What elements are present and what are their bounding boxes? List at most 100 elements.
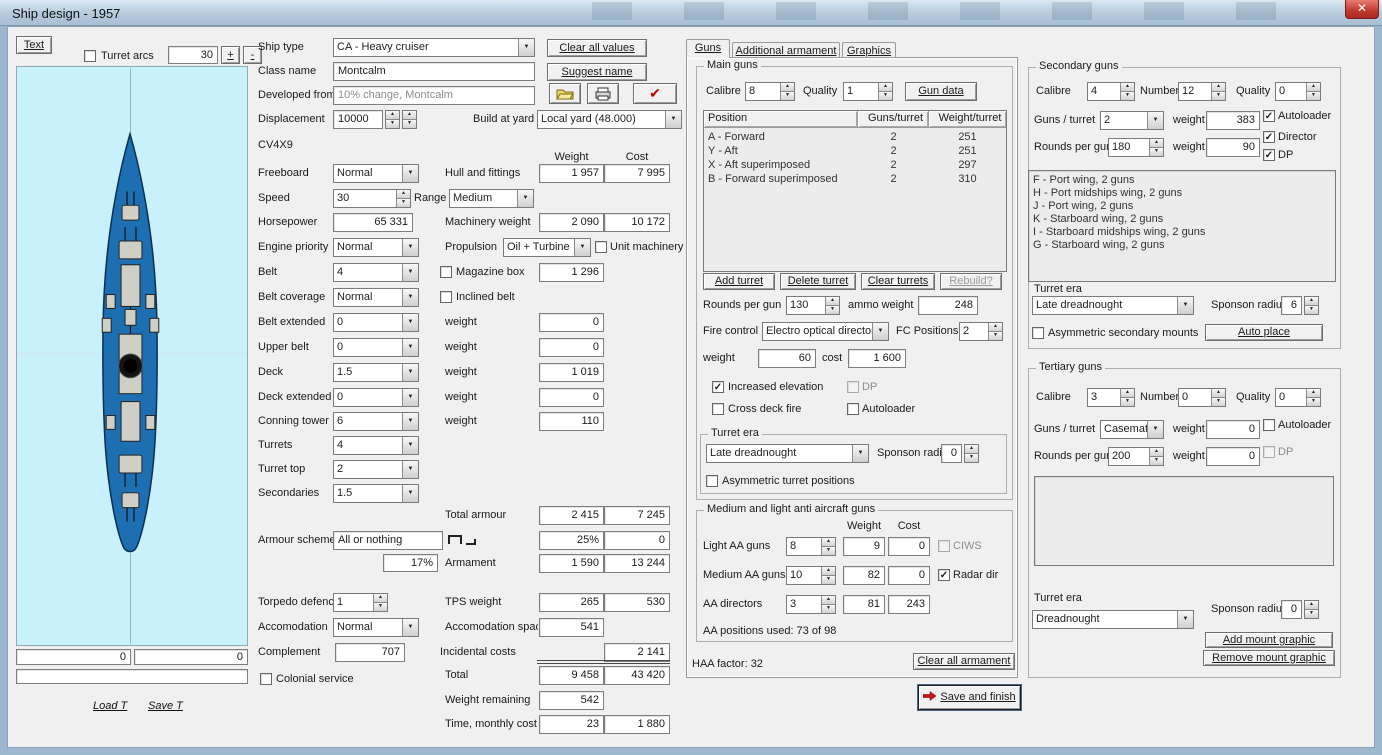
dropdown-arrow-icon[interactable]: ▼ [402, 619, 418, 636]
dropdown-arrow-icon[interactable]: ▼ [402, 339, 418, 356]
list-item[interactable]: J - Port wing, 2 guns [1029, 200, 1335, 213]
list-item[interactable]: I - Starboard midships wing, 2 guns [1029, 226, 1335, 239]
spin-down-icon[interactable]: ▼ [822, 546, 835, 555]
light-aa-spinner[interactable]: 8 ▲ ▼ [786, 537, 836, 556]
clear-turrets-button[interactable]: Clear turrets [861, 273, 935, 290]
spin-down-icon[interactable]: ▼ [386, 119, 399, 128]
spin-down-icon[interactable]: ▼ [822, 604, 835, 613]
magazine-box-checkbox[interactable] [440, 266, 452, 278]
save-and-finish-button[interactable]: Save and finish [918, 685, 1021, 710]
deck-select[interactable]: 1.5 ▼ [333, 363, 419, 382]
ship-design-canvas[interactable] [16, 66, 248, 646]
conning-tower-select[interactable]: 6 ▼ [333, 412, 419, 431]
clear-all-armament-button[interactable]: Clear all armament [913, 653, 1015, 670]
dropdown-arrow-icon[interactable]: ▼ [402, 264, 418, 281]
accomodation-select[interactable]: Normal ▼ [333, 618, 419, 637]
spin-up-icon[interactable]: ▲ [965, 445, 978, 453]
dropdown-arrow-icon[interactable]: ▼ [402, 165, 418, 182]
spin-down-icon[interactable]: ▼ [1212, 397, 1225, 406]
speed-spinner[interactable]: 30 ▲ ▼ [333, 189, 411, 208]
position-column-header[interactable]: Position [704, 111, 858, 127]
spin-down-icon[interactable]: ▼ [822, 575, 835, 584]
list-item[interactable]: H - Port midships wing, 2 guns [1029, 187, 1335, 200]
tertiary-rounds-spinner[interactable]: 200 ▲ ▼ [1108, 447, 1164, 466]
spin-up-icon[interactable]: ▲ [781, 83, 794, 91]
secondary-quality-spinner[interactable]: 0 ▲ ▼ [1275, 82, 1321, 101]
dropdown-arrow-icon[interactable]: ▼ [402, 389, 418, 406]
secondary-calibre-spinner[interactable]: 4 ▲ ▼ [1087, 82, 1135, 101]
upper-belt-select[interactable]: 0 ▼ [333, 338, 419, 357]
displacement-stepper-coarse[interactable]: ▲ ▼ [402, 110, 417, 129]
main-guns-table-header[interactable]: Position Guns/turret Weight/turret [704, 111, 1006, 128]
main-calibre-spinner[interactable]: 8 ▲ ▼ [745, 82, 795, 101]
spin-up-icon[interactable]: ▲ [386, 111, 399, 119]
tertiary-autoloader-checkbox[interactable] [1263, 419, 1275, 431]
table-row[interactable]: A - Forward 2 251 [704, 130, 1006, 144]
turret-top-select[interactable]: 2 ▼ [333, 460, 419, 479]
spin-up-icon[interactable]: ▲ [879, 83, 892, 91]
spin-down-icon[interactable]: ▼ [1150, 147, 1163, 156]
secondary-turret-era-select[interactable]: Late dreadnought ▼ [1032, 296, 1194, 315]
fire-control-select[interactable]: Electro optical director ▼ [762, 322, 889, 341]
table-row[interactable]: B - Forward superimposed 2 310 [704, 172, 1006, 186]
spin-down-icon[interactable]: ▼ [1121, 397, 1134, 406]
spin-down-icon[interactable]: ▼ [879, 91, 892, 100]
spin-down-icon[interactable]: ▼ [1305, 305, 1318, 314]
list-item[interactable]: G - Starboard wing, 2 guns [1029, 239, 1335, 252]
propulsion-select[interactable]: Oil + Turbine ▼ [503, 238, 591, 257]
text-button[interactable]: Text [16, 36, 52, 54]
deck-extended-select[interactable]: 0 ▼ [333, 388, 419, 407]
spin-up-icon[interactable]: ▲ [1150, 139, 1163, 147]
spin-down-icon[interactable]: ▼ [781, 91, 794, 100]
spin-down-icon[interactable]: ▼ [1305, 609, 1318, 618]
main-rounds-spinner[interactable]: 130 ▲ ▼ [786, 296, 840, 315]
asymmetric-turret-positions-checkbox[interactable] [706, 475, 718, 487]
guns-per-turret-column-header[interactable]: Guns/turret [858, 111, 929, 127]
spin-up-icon[interactable]: ▲ [374, 594, 387, 602]
load-template-button[interactable]: Load T [93, 700, 127, 712]
main-turret-era-select[interactable]: Late dreadnought ▼ [706, 444, 869, 463]
dropdown-arrow-icon[interactable]: ▼ [402, 413, 418, 430]
dropdown-arrow-icon[interactable]: ▼ [1147, 112, 1163, 129]
dropdown-arrow-icon[interactable]: ▼ [402, 314, 418, 331]
secondary-guns-turret-select[interactable]: 2 ▼ [1100, 111, 1164, 130]
medium-aa-spinner[interactable]: 10 ▲ ▼ [786, 566, 836, 585]
spin-down-icon[interactable]: ▼ [1307, 397, 1320, 406]
spin-up-icon[interactable]: ▲ [1307, 83, 1320, 91]
spin-down-icon[interactable]: ▼ [965, 453, 978, 462]
belt-coverage-select[interactable]: Normal ▼ [333, 288, 419, 307]
list-item[interactable]: K - Starboard wing, 2 guns [1029, 213, 1335, 226]
ship-type-select[interactable]: CA - Heavy cruiser ▼ [333, 38, 535, 57]
tertiary-quality-spinner[interactable]: 0 ▲ ▼ [1275, 388, 1321, 407]
close-icon[interactable]: ✕ [1345, 0, 1379, 19]
spin-down-icon[interactable]: ▼ [397, 198, 410, 207]
weight-per-turret-column-header[interactable]: Weight/turret [929, 111, 1006, 127]
dropdown-arrow-icon[interactable]: ▼ [665, 111, 681, 128]
tab-graphics[interactable]: Graphics [842, 42, 896, 57]
spin-up-icon[interactable]: ▲ [822, 567, 835, 575]
dropdown-arrow-icon[interactable]: ▼ [518, 39, 534, 56]
secondary-positions-list[interactable]: F - Port wing, 2 guns H - Port midships … [1028, 170, 1336, 282]
spin-down-icon[interactable]: ▼ [826, 305, 839, 314]
secondary-dp-checkbox[interactable]: ✓ [1263, 149, 1275, 161]
spin-up-icon[interactable]: ▲ [822, 538, 835, 546]
dropdown-arrow-icon[interactable]: ▼ [574, 239, 590, 256]
spin-down-icon[interactable]: ▼ [403, 119, 416, 128]
spin-down-icon[interactable]: ▼ [989, 331, 1002, 340]
belt-select[interactable]: 4 ▼ [333, 263, 419, 282]
dropdown-arrow-icon[interactable]: ▼ [402, 364, 418, 381]
armour-scheme-lowered-icon[interactable] [466, 539, 476, 545]
secondary-autoloader-checkbox[interactable]: ✓ [1263, 110, 1275, 122]
spin-up-icon[interactable]: ▲ [1150, 448, 1163, 456]
belt-extended-select[interactable]: 0 ▼ [333, 313, 419, 332]
colonial-service-checkbox[interactable] [260, 673, 272, 685]
build-at-yard-select[interactable]: Local yard (48.000) ▼ [537, 110, 682, 129]
secondaries-select[interactable]: 1.5 ▼ [333, 484, 419, 503]
spin-up-icon[interactable]: ▲ [1305, 601, 1318, 609]
main-guns-table[interactable]: Position Guns/turret Weight/turret A - F… [703, 110, 1007, 272]
gun-data-button[interactable]: Gun data [905, 82, 977, 101]
inclined-belt-checkbox[interactable] [440, 291, 452, 303]
delete-turret-button[interactable]: Delete turret [780, 273, 856, 290]
spin-down-icon[interactable]: ▼ [1307, 91, 1320, 100]
tertiary-guns-turret-select[interactable]: Casemat ▼ [1100, 420, 1164, 439]
